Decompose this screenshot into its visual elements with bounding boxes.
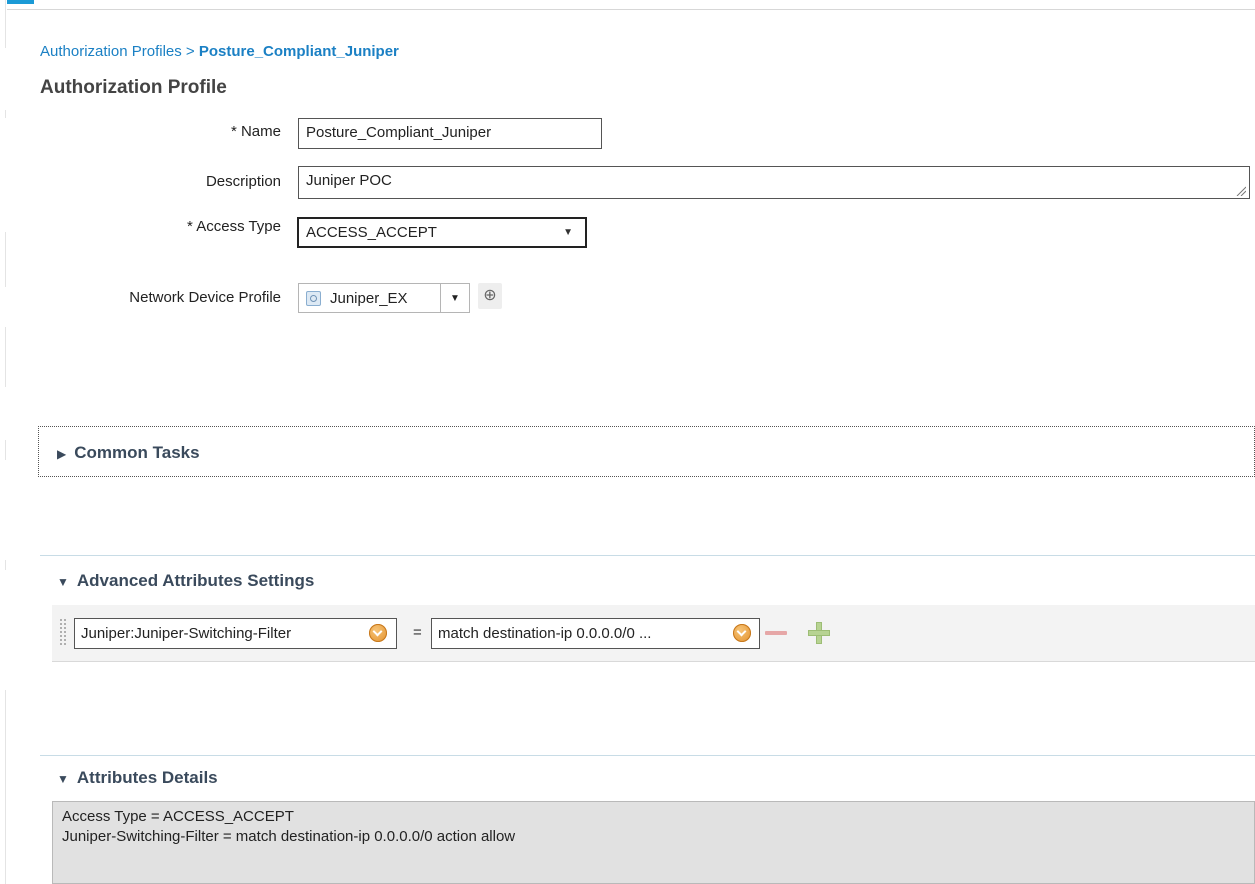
breadcrumb: Authorization Profiles > Posture_Complia… [40, 43, 399, 60]
advanced-attributes-header[interactable]: ▼ Advanced Attributes Settings [57, 571, 314, 591]
add-icon[interactable] [808, 622, 830, 644]
description-value: Juniper POC [306, 172, 392, 189]
attribute-value-combo[interactable]: match destination-ip 0.0.0.0/0 ... [431, 618, 760, 649]
add-circle-icon[interactable]: ⊕ [478, 283, 502, 309]
access-type-label: * Access Type [187, 218, 281, 235]
common-tasks-title: Common Tasks [74, 443, 200, 462]
access-type-value: ACCESS_ACCEPT [306, 224, 437, 241]
details-line: Juniper-Switching-Filter = match destina… [62, 828, 516, 845]
attribute-name-value: Juniper:Juniper-Switching-Filter [81, 625, 292, 642]
access-type-select[interactable]: ACCESS_ACCEPT ▼ [297, 217, 587, 248]
chevron-down-icon: ▼ [563, 227, 573, 238]
attributes-details-box: Access Type = ACCESS_ACCEPT Juniper-Swit… [52, 801, 1255, 884]
left-gutter [0, 0, 7, 884]
breadcrumb-current: Posture_Compliant_Juniper [198, 43, 399, 60]
collapse-triangle-icon: ▼ [57, 772, 69, 786]
drag-handle-icon[interactable] [59, 618, 67, 646]
common-tasks-header[interactable]: ▶ Common Tasks [57, 443, 200, 463]
page-title: Authorization Profile [40, 77, 227, 98]
network-device-profile-label: Network Device Profile [129, 289, 281, 306]
details-section-divider [40, 755, 1255, 756]
attribute-value-text: match destination-ip 0.0.0.0/0 ... [438, 625, 652, 642]
attribute-operator: = [413, 624, 422, 641]
name-input[interactable]: Posture_Compliant_Juniper [298, 118, 602, 149]
description-label: Description [205, 173, 281, 190]
network-device-icon [306, 291, 321, 306]
chevron-down-icon[interactable]: ▼ [450, 293, 460, 304]
attributes-details-title: Attributes Details [76, 768, 218, 787]
expand-triangle-icon: ▶ [57, 447, 67, 461]
advanced-section-divider [40, 555, 1255, 556]
name-label: * Name [230, 123, 281, 140]
remove-icon[interactable] [765, 631, 787, 635]
breadcrumb-separator: > [185, 43, 195, 60]
dropdown-orb-icon[interactable] [369, 624, 387, 642]
details-line: Access Type = ACCESS_ACCEPT [62, 808, 294, 825]
dropdown-orb-icon[interactable] [733, 624, 751, 642]
attribute-name-combo[interactable]: Juniper:Juniper-Switching-Filter [74, 618, 397, 649]
attributes-details-header[interactable]: ▼ Attributes Details [57, 768, 218, 788]
active-tab-indicator [7, 0, 34, 4]
select-divider [440, 284, 441, 312]
breadcrumb-parent-link[interactable]: Authorization Profiles [40, 43, 182, 60]
collapse-triangle-icon: ▼ [57, 575, 69, 589]
network-device-profile-value: Juniper_EX [330, 290, 408, 307]
advanced-attribute-row: Juniper:Juniper-Switching-Filter = match… [52, 605, 1255, 662]
header-divider [7, 9, 1255, 10]
resize-grip-icon[interactable] [1236, 186, 1246, 196]
network-device-profile-select[interactable]: Juniper_EX ▼ [298, 283, 470, 313]
common-tasks-section[interactable]: ▶ Common Tasks [38, 426, 1255, 477]
description-textarea[interactable]: Juniper POC [298, 166, 1250, 199]
advanced-attributes-title: Advanced Attributes Settings [76, 571, 315, 590]
